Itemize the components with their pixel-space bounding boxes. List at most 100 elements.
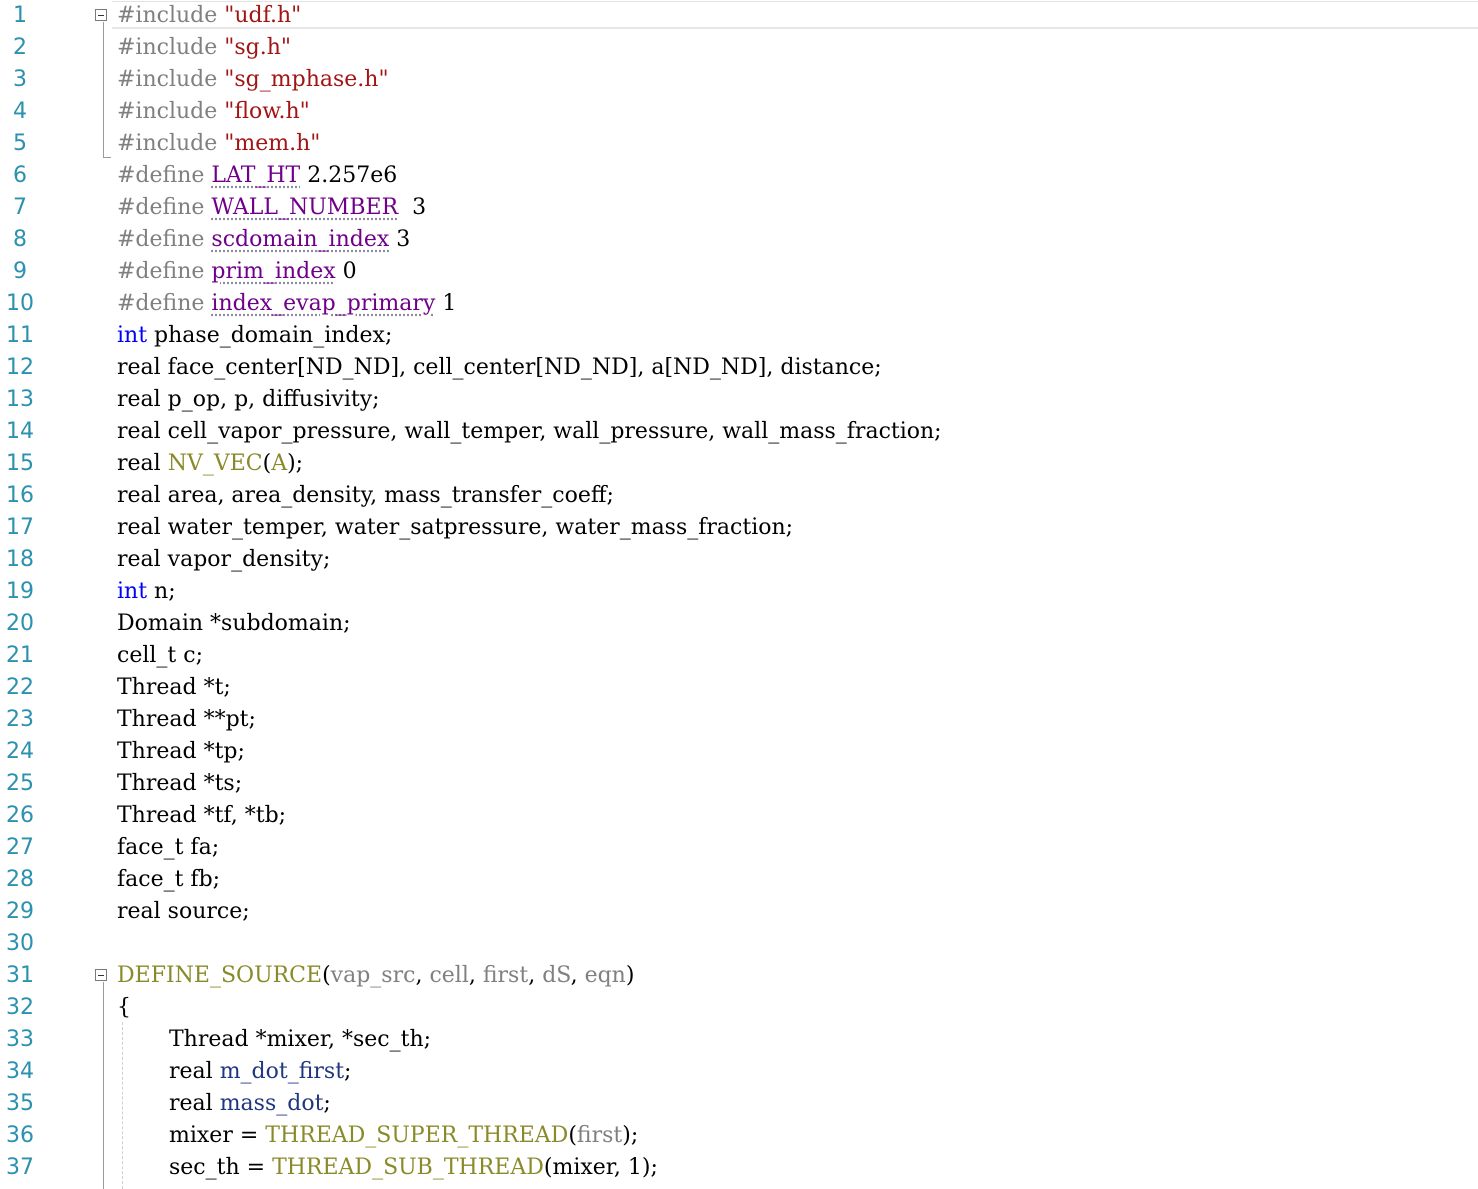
line-number: 30 bbox=[6, 931, 34, 956]
code-text: DEFINE_SOURCE(vap_src, cell, first, dS, … bbox=[117, 960, 634, 992]
code-line[interactable]: 3 #include "sg_mphase.h" bbox=[0, 64, 1478, 96]
code-line[interactable]: 26 Thread *tf, *tb; bbox=[0, 800, 1478, 832]
code-text: real cell_vapor_pressure, wall_temper, w… bbox=[117, 416, 942, 448]
line-number: 29 bbox=[6, 899, 34, 924]
code-line[interactable]: 5 #include "mem.h" bbox=[0, 128, 1478, 160]
line-number: 22 bbox=[6, 675, 34, 700]
line-number: 17 bbox=[6, 515, 34, 540]
code-text: sec_th = THREAD_SUB_THREAD(mixer, 1); bbox=[169, 1152, 658, 1184]
code-token: m_dot_first bbox=[219, 1059, 345, 1084]
code-line[interactable]: 1 #include "udf.h" bbox=[0, 0, 1478, 32]
line-number: 36 bbox=[6, 1123, 34, 1148]
code-line[interactable]: 29 real source; bbox=[0, 896, 1478, 928]
code-text: face_t fb; bbox=[117, 864, 220, 896]
code-token: n; bbox=[147, 579, 176, 604]
code-line[interactable]: 22 Thread *t; bbox=[0, 672, 1478, 704]
code-line[interactable]: 30 bbox=[0, 928, 1478, 960]
code-token: face_t fa; bbox=[117, 835, 220, 860]
code-line[interactable]: 35 real mass_dot; bbox=[0, 1088, 1478, 1120]
code-line[interactable]: 28 face_t fb; bbox=[0, 864, 1478, 896]
line-number: 16 bbox=[6, 483, 34, 508]
code-text: Thread *t; bbox=[117, 672, 231, 704]
code-line[interactable]: 32 { bbox=[0, 992, 1478, 1024]
code-token: ) bbox=[625, 963, 635, 988]
code-token: ; bbox=[344, 1059, 352, 1084]
code-token: #include bbox=[117, 131, 225, 156]
code-line[interactable]: 15 real NV_VEC(A); bbox=[0, 448, 1478, 480]
code-token: first bbox=[576, 1123, 623, 1148]
code-line[interactable]: 7 #define WALL_NUMBER 3 bbox=[0, 192, 1478, 224]
code-line[interactable]: 16 real area, area_density, mass_transfer… bbox=[0, 480, 1478, 512]
code-line[interactable]: 25 Thread *ts; bbox=[0, 768, 1478, 800]
code-token: real face_center[ND_ND], cell_center[ND_… bbox=[117, 355, 882, 380]
code-token: real cell_vapor_pressure, wall_temper, w… bbox=[117, 419, 942, 444]
line-number: 18 bbox=[6, 547, 34, 572]
code-text: real m_dot_first; bbox=[169, 1056, 351, 1088]
line-number: 33 bbox=[6, 1027, 34, 1052]
line-number: 3 bbox=[13, 67, 27, 92]
code-text: #include "mem.h" bbox=[117, 128, 320, 160]
code-text: { bbox=[117, 992, 131, 1024]
code-token: Thread *tp; bbox=[117, 739, 245, 764]
code-text: Thread *ts; bbox=[117, 768, 242, 800]
code-text: real mass_dot; bbox=[169, 1088, 331, 1120]
line-number: 21 bbox=[6, 643, 34, 668]
code-token: dS bbox=[542, 963, 571, 988]
code-line[interactable]: 6 #define LAT_HT 2.257e6 bbox=[0, 160, 1478, 192]
code-text: face_t fa; bbox=[117, 832, 219, 864]
code-token: 2.257e6 bbox=[300, 163, 398, 188]
code-text: Thread **pt; bbox=[117, 704, 256, 736]
code-text: real vapor_density; bbox=[117, 544, 330, 576]
line-number: 11 bbox=[6, 323, 34, 348]
code-token: A bbox=[271, 451, 288, 476]
code-line[interactable]: 2 #include "sg.h" bbox=[0, 32, 1478, 64]
code-line[interactable]: 10 #define index_evap_primary 1 bbox=[0, 288, 1478, 320]
code-line[interactable]: 37 sec_th = THREAD_SUB_THREAD(mixer, 1); bbox=[0, 1152, 1478, 1184]
code-line[interactable]: 4 #include "flow.h" bbox=[0, 96, 1478, 128]
code-text: #include "udf.h" bbox=[117, 0, 301, 32]
code-line[interactable]: 27 face_t fa; bbox=[0, 832, 1478, 864]
line-number: 13 bbox=[6, 387, 34, 412]
code-line[interactable]: 19 int n; bbox=[0, 576, 1478, 608]
line-number: 24 bbox=[6, 739, 34, 764]
code-line[interactable]: 8 #define scdomain_index 3 bbox=[0, 224, 1478, 256]
code-line[interactable]: 24 Thread *tp; bbox=[0, 736, 1478, 768]
code-token: #define bbox=[117, 291, 212, 316]
code-line[interactable]: 17 real water_temper, water_satpressure, … bbox=[0, 512, 1478, 544]
code-token: #include bbox=[117, 35, 225, 60]
line-number: 20 bbox=[6, 611, 34, 636]
code-line[interactable]: 13 real p_op, p, diffusivity; bbox=[0, 384, 1478, 416]
code-line[interactable]: 34 real m_dot_first; bbox=[0, 1056, 1478, 1088]
code-token: #include bbox=[117, 99, 225, 124]
line-number: 4 bbox=[13, 99, 27, 124]
code-line[interactable]: 14 real cell_vapor_pressure, wall_temper,… bbox=[0, 416, 1478, 448]
line-number: 37 bbox=[6, 1155, 34, 1180]
code-line[interactable]: 18 real vapor_density; bbox=[0, 544, 1478, 576]
code-token: mixer = bbox=[169, 1123, 266, 1148]
code-editor[interactable]: 1 #include "udf.h" 2 #include "sg.h" 3 #inclu… bbox=[0, 0, 1478, 1189]
line-number: 23 bbox=[6, 707, 34, 732]
line-number: 14 bbox=[6, 419, 34, 444]
code-token: Thread *mixer, *sec_th; bbox=[169, 1027, 432, 1052]
code-token: , bbox=[468, 963, 483, 988]
code-token: phase_domain_index; bbox=[147, 323, 393, 348]
code-line[interactable]: 21 cell_t c; bbox=[0, 640, 1478, 672]
line-number: 6 bbox=[13, 163, 27, 188]
code-token: #define bbox=[117, 195, 212, 220]
code-token: ( bbox=[322, 963, 331, 988]
code-line[interactable]: 23 Thread **pt; bbox=[0, 704, 1478, 736]
code-line[interactable]: 20 Domain *subdomain; bbox=[0, 608, 1478, 640]
code-token: 3 bbox=[389, 227, 411, 252]
code-line[interactable]: 31 DEFINE_SOURCE(vap_src, cell, first, dS… bbox=[0, 960, 1478, 992]
code-token: "flow.h" bbox=[224, 99, 310, 124]
code-token: "udf.h" bbox=[224, 3, 302, 28]
code-line[interactable]: 9 #define prim_index 0 bbox=[0, 256, 1478, 288]
code-text: #define index_evap_primary 1 bbox=[117, 288, 456, 320]
code-token: eqn bbox=[584, 963, 626, 988]
code-line[interactable]: 11 int phase_domain_index; bbox=[0, 320, 1478, 352]
code-token: Domain *subdomain; bbox=[117, 611, 351, 636]
line-number: 34 bbox=[6, 1059, 34, 1084]
code-line[interactable]: 12 real face_center[ND_ND], cell_center[N… bbox=[0, 352, 1478, 384]
code-line[interactable]: 33 Thread *mixer, *sec_th; bbox=[0, 1024, 1478, 1056]
code-line[interactable]: 36 mixer = THREAD_SUPER_THREAD(first); bbox=[0, 1120, 1478, 1152]
